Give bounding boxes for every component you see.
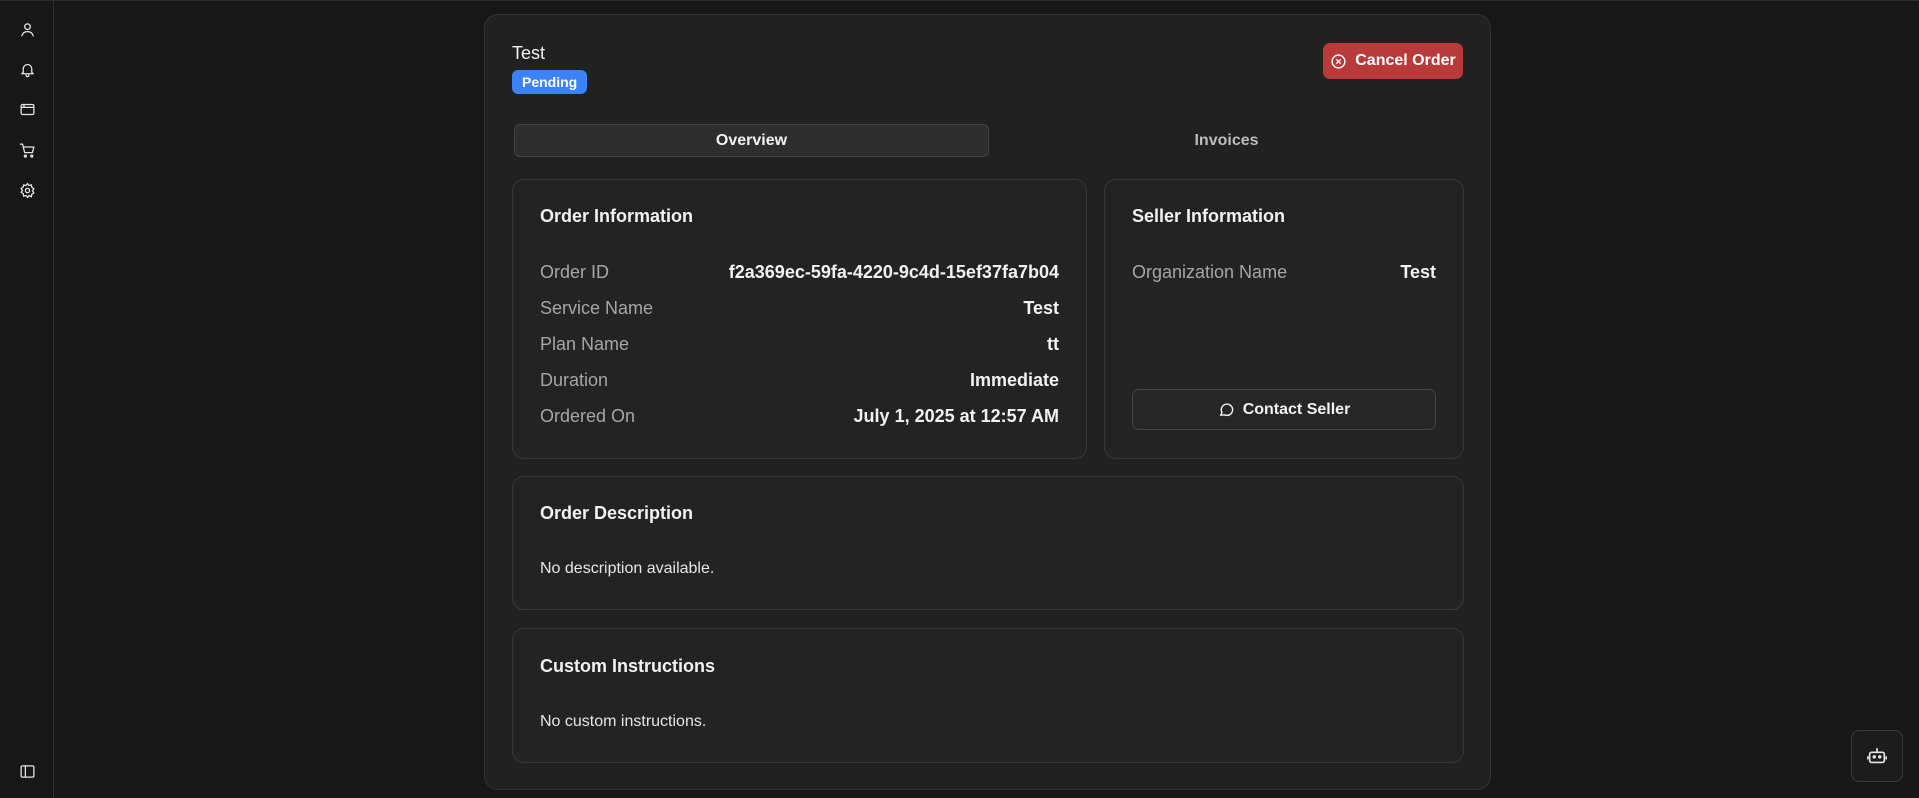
bot-icon bbox=[1867, 747, 1887, 764]
info-value: Test bbox=[1023, 297, 1059, 318]
info-value: f2a369ec-59fa-4220-9c4d-15ef37fa7b04 bbox=[728, 261, 1059, 282]
order-title: Test bbox=[512, 43, 546, 63]
assistant-bot-button[interactable] bbox=[1851, 730, 1903, 782]
contact-seller-button[interactable]: Contact Seller bbox=[1132, 389, 1436, 430]
info-value: July 1, 2025 at 12:57 AM bbox=[853, 405, 1059, 426]
custom-instructions-title: Custom Instructions bbox=[540, 656, 716, 676]
cart-icon bbox=[19, 142, 35, 158]
x-circle-icon bbox=[1331, 53, 1346, 69]
info-row-organization-name: Organization Name Test bbox=[1132, 260, 1436, 284]
info-label: Duration bbox=[540, 369, 609, 390]
profile-nav-button[interactable] bbox=[14, 16, 40, 42]
info-label: Plan Name bbox=[540, 333, 630, 354]
settings-nav-button[interactable] bbox=[14, 177, 40, 203]
seller-information-card: Seller Information Organization Name Tes… bbox=[1104, 179, 1464, 459]
browser-nav-button[interactable] bbox=[14, 96, 40, 122]
info-label: Service Name bbox=[540, 297, 654, 318]
cancel-order-button[interactable]: Cancel Order bbox=[1323, 43, 1463, 79]
order-information-card: Order Information Order ID f2a369ec-59fa… bbox=[512, 179, 1087, 459]
info-value: Test bbox=[1400, 261, 1436, 282]
sidebar bbox=[0, 1, 54, 798]
custom-instructions-card: Custom Instructions No custom instructio… bbox=[512, 628, 1464, 763]
tab-overview[interactable]: Overview bbox=[514, 124, 989, 157]
seller-information-title: Seller Information bbox=[1132, 206, 1286, 226]
chat-bubble-icon bbox=[1219, 403, 1234, 417]
info-value: Immediate bbox=[969, 369, 1059, 390]
bell-icon bbox=[20, 63, 34, 77]
status-badge: Pending bbox=[512, 70, 588, 94]
user-icon bbox=[20, 22, 34, 37]
order-details-panel: Test Pending Cancel Order Overview Invoi… bbox=[484, 14, 1491, 790]
sidebar-toggle-button[interactable] bbox=[14, 758, 40, 784]
info-label: Order ID bbox=[540, 261, 610, 282]
info-row-order-id: Order ID f2a369ec-59fa-4220-9c4d-15ef37f… bbox=[540, 260, 1059, 284]
browser-window-icon bbox=[19, 103, 35, 115]
order-description-card: Order Description No description availab… bbox=[512, 476, 1464, 610]
info-label: Organization Name bbox=[1132, 261, 1288, 282]
contact-seller-label: Contact Seller bbox=[1242, 400, 1351, 418]
notifications-nav-button[interactable] bbox=[14, 56, 40, 82]
cart-nav-button[interactable] bbox=[14, 137, 40, 163]
info-row-plan-name: Plan Name tt bbox=[540, 332, 1059, 356]
gear-icon bbox=[19, 182, 35, 198]
info-row-service-name: Service Name Test bbox=[540, 296, 1059, 320]
cancel-order-label: Cancel Order bbox=[1355, 52, 1456, 69]
order-information-title: Order Information bbox=[540, 206, 694, 226]
order-description-text: No description available. bbox=[540, 560, 715, 577]
info-row-ordered-on: Ordered On July 1, 2025 at 12:57 AM bbox=[540, 404, 1059, 428]
custom-instructions-text: No custom instructions. bbox=[540, 713, 707, 730]
info-label: Ordered On bbox=[540, 405, 636, 426]
tab-invoices[interactable]: Invoices bbox=[989, 124, 1464, 157]
order-description-title: Order Description bbox=[540, 503, 694, 523]
info-row-duration: Duration Immediate bbox=[540, 368, 1059, 392]
tab-bar: Overview Invoices bbox=[514, 124, 1464, 157]
sidebar-toggle-icon bbox=[19, 764, 35, 778]
info-value: tt bbox=[1047, 333, 1059, 354]
